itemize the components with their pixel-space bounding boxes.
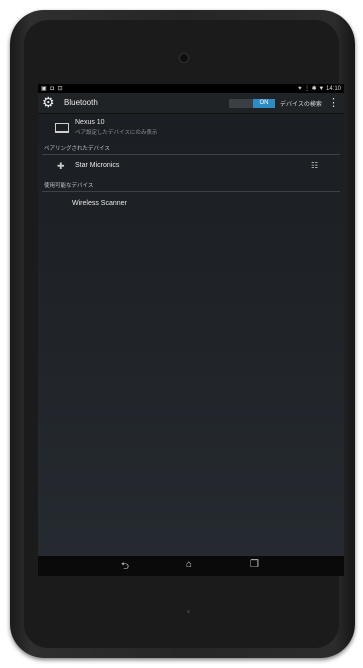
- paired-devices-header: ペアリングされたデバイス: [42, 142, 340, 155]
- action-bar: ⚙ Bluetooth ON デバイスの検索 ⋮: [38, 93, 344, 114]
- navigation-bar: ⮌ ⌂ ❐: [38, 556, 344, 576]
- available-device-row[interactable]: Wireless Scanner: [38, 192, 344, 216]
- notification-icons: ▣ ◘ ⊡: [41, 86, 64, 92]
- search-devices-button[interactable]: デバイスの検索: [280, 99, 322, 108]
- status-icons-right: ✦ ⋮ ✱ ▼ 14:10: [297, 85, 341, 92]
- clock: 14:10: [325, 86, 341, 92]
- front-camera: [179, 53, 189, 63]
- this-device-row[interactable]: Nexus 10 ペア設定したデバイスにのみ表示: [38, 114, 344, 142]
- device-name: Nexus 10: [75, 119, 105, 126]
- paired-device-row[interactable]: ✚ Star Micronics ☷: [38, 155, 344, 179]
- page-title: Bluetooth: [64, 98, 98, 107]
- laptop-icon: [55, 123, 69, 133]
- tune-icon[interactable]: ☷: [311, 161, 318, 170]
- available-header-label: 使用可能なデバイス: [44, 183, 94, 189]
- overflow-menu-icon[interactable]: ⋮: [328, 96, 339, 109]
- recents-icon[interactable]: ❐: [250, 559, 259, 570]
- paired-header-label: ペアリングされたデバイス: [44, 146, 110, 152]
- settings-icon[interactable]: ⚙: [42, 95, 56, 109]
- microphone-hole: [187, 610, 190, 613]
- screen: ▣ ◘ ⊡ ✦ ⋮ ✱ ▼ 14:10 ⚙ Bluetooth ON デバイスの…: [38, 84, 344, 576]
- paired-device-name: Star Micronics: [75, 162, 120, 169]
- printer-icon: ✚: [57, 161, 65, 171]
- device-visibility: ペア設定したデバイスにのみ表示: [75, 130, 158, 136]
- available-devices-header: 使用可能なデバイス: [42, 179, 340, 192]
- toggle-on-label: ON: [253, 99, 275, 108]
- available-device-name: Wireless Scanner: [72, 200, 127, 207]
- back-icon[interactable]: ⮌: [121, 559, 129, 576]
- system-status-icons: ✦ ⋮ ✱ ▼: [297, 86, 325, 92]
- bluetooth-toggle[interactable]: ON: [229, 99, 275, 108]
- status-bar: ▣ ◘ ⊡ ✦ ⋮ ✱ ▼ 14:10: [38, 84, 344, 93]
- home-icon[interactable]: ⌂: [186, 559, 192, 570]
